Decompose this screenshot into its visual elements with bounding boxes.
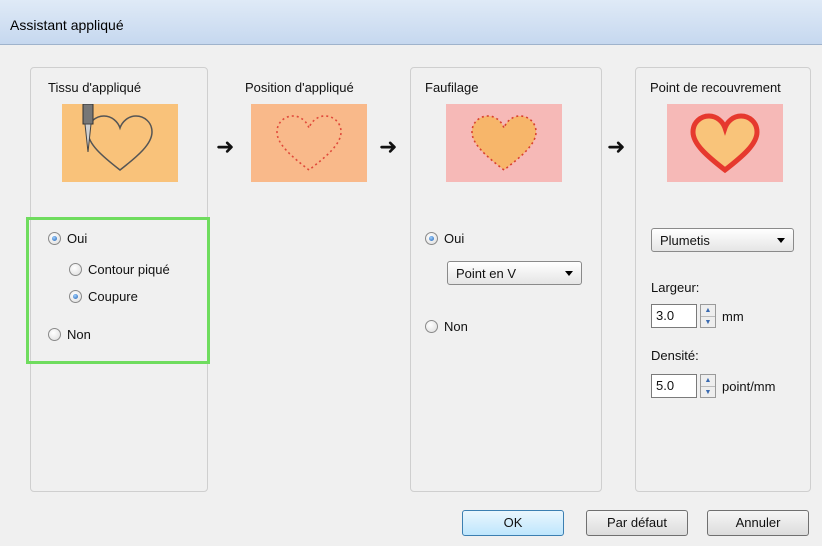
radio-unselected-icon bbox=[48, 328, 61, 341]
tissu-non-radio[interactable]: Non bbox=[48, 327, 91, 342]
densite-input[interactable]: 5.0 bbox=[651, 374, 697, 398]
arrow-right-icon: ➜ bbox=[216, 134, 235, 159]
recouvrement-type-value: Plumetis bbox=[660, 233, 710, 248]
faufilage-oui-label: Oui bbox=[444, 231, 465, 246]
chevron-down-icon bbox=[777, 238, 785, 243]
largeur-label: Largeur: bbox=[651, 280, 700, 295]
title-bar: Assistant appliqué bbox=[0, 0, 822, 45]
faufilage-thumbnail bbox=[446, 104, 562, 182]
panel-recouvrement-title: Point de recouvrement bbox=[650, 80, 781, 95]
arrow-right-icon: ➜ bbox=[607, 134, 626, 159]
faufilage-type-value: Point en V bbox=[456, 266, 516, 281]
panel-position-title: Position d'appliqué bbox=[245, 80, 354, 95]
largeur-input[interactable]: 3.0 bbox=[651, 304, 697, 328]
densite-spinner[interactable]: ▲ ▼ bbox=[700, 374, 716, 398]
spin-down-icon[interactable]: ▼ bbox=[701, 387, 715, 398]
largeur-spinner[interactable]: ▲ ▼ bbox=[700, 304, 716, 328]
faufilage-type-dropdown[interactable]: Point en V bbox=[447, 261, 582, 285]
window-title: Assistant appliqué bbox=[10, 17, 124, 33]
position-thumbnail bbox=[251, 104, 367, 182]
tissu-oui-radio[interactable]: Oui bbox=[48, 231, 87, 246]
recouvrement-type-dropdown[interactable]: Plumetis bbox=[651, 228, 794, 252]
faufilage-oui-radio[interactable]: Oui bbox=[425, 231, 464, 246]
faufilage-non-radio[interactable]: Non bbox=[425, 319, 468, 334]
largeur-unit: mm bbox=[722, 309, 744, 324]
densite-unit: point/mm bbox=[722, 379, 776, 394]
densite-label: Densité: bbox=[651, 348, 699, 363]
radio-unselected-icon bbox=[69, 263, 82, 276]
tissu-coupure-radio[interactable]: Coupure bbox=[69, 289, 138, 304]
arrow-right-icon: ➜ bbox=[379, 134, 398, 159]
radio-selected-icon bbox=[69, 290, 82, 303]
recouvrement-thumbnail bbox=[667, 104, 783, 182]
tissu-contour-radio[interactable]: Contour piqué bbox=[69, 262, 170, 277]
radio-selected-icon bbox=[425, 232, 438, 245]
radio-selected-icon bbox=[48, 232, 61, 245]
dialog-body: Tissu d'appliqué ➜ Position d'appliqué ➜… bbox=[0, 45, 822, 546]
tissu-coupure-label: Coupure bbox=[88, 289, 138, 304]
ok-button[interactable]: OK bbox=[462, 510, 564, 536]
spin-down-icon[interactable]: ▼ bbox=[701, 317, 715, 328]
spin-up-icon[interactable]: ▲ bbox=[701, 305, 715, 317]
panel-tissu-title: Tissu d'appliqué bbox=[48, 80, 142, 95]
panel-faufilage-title: Faufilage bbox=[425, 80, 479, 95]
tissu-oui-label: Oui bbox=[67, 231, 88, 246]
tissu-contour-label: Contour piqué bbox=[88, 262, 170, 277]
chevron-down-icon bbox=[565, 271, 573, 276]
radio-unselected-icon bbox=[425, 320, 438, 333]
faufilage-non-label: Non bbox=[444, 319, 468, 334]
tissu-thumbnail bbox=[62, 104, 178, 182]
spin-up-icon[interactable]: ▲ bbox=[701, 375, 715, 387]
tissu-non-label: Non bbox=[67, 327, 91, 342]
default-button[interactable]: Par défaut bbox=[586, 510, 688, 536]
cancel-button[interactable]: Annuler bbox=[707, 510, 809, 536]
